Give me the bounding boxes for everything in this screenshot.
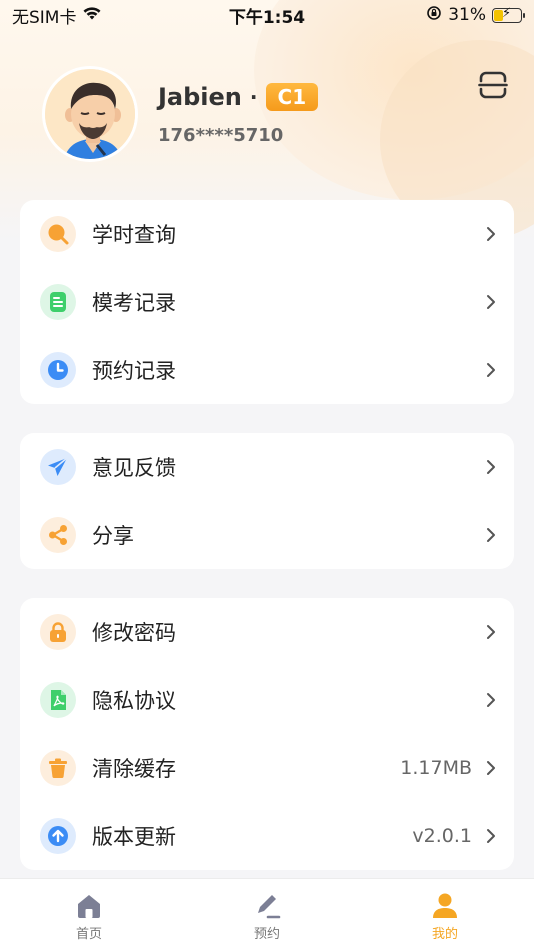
menu-item-clear-cache[interactable]: 清除缓存 1.17MB [20, 734, 514, 802]
name-separator: · [249, 84, 258, 109]
tab-label: 我的 [431, 927, 458, 942]
lock-icon [40, 614, 76, 650]
menu-item-label: 隐私协议 [92, 689, 176, 713]
pen-icon [258, 895, 281, 919]
pdf-document-icon [40, 682, 76, 718]
menu-item-study-hours[interactable]: 学时查询 [20, 200, 514, 268]
menu-item-mock-exam-records[interactable]: 模考记录 [20, 268, 514, 336]
profile-header: Jabien · C1 176****5710 [42, 66, 319, 162]
menu-item-version-update[interactable]: 版本更新 v2.0.1 [20, 802, 514, 870]
menu-item-label: 学时查询 [92, 223, 176, 247]
status-bar: 无SIM卡 下午1:54 31% ⚡ [0, 0, 534, 30]
upload-icon [40, 818, 76, 854]
menu-item-booking-records[interactable]: 预约记录 [20, 336, 514, 404]
chevron-right-icon [487, 829, 495, 843]
tab-home[interactable]: 首页 [29, 891, 149, 942]
orientation-lock-icon [426, 5, 442, 26]
tab-label: 预约 [253, 927, 280, 942]
clock-icon [40, 352, 76, 388]
menu-item-label: 模考记录 [92, 291, 176, 315]
menu-card-feedback: 意见反馈 分享 [20, 433, 514, 569]
tab-label: 首页 [75, 927, 102, 942]
chevron-right-icon [487, 363, 495, 377]
paper-plane-icon [40, 449, 76, 485]
person-icon [433, 893, 457, 918]
trash-icon [40, 750, 76, 786]
carrier-label: 无SIM卡 [12, 7, 77, 28]
cache-size-value: 1.17MB [400, 757, 472, 779]
tab-mine[interactable]: 我的 [385, 891, 505, 942]
user-name: Jabien [158, 82, 242, 111]
version-value: v2.0.1 [412, 825, 472, 847]
menu-item-share[interactable]: 分享 [20, 501, 514, 569]
menu-card-study: 学时查询 模考记录 预约记录 [20, 200, 514, 404]
menu-item-privacy-policy[interactable]: 隐私协议 [20, 666, 514, 734]
wifi-icon [82, 5, 102, 26]
menu-item-change-password[interactable]: 修改密码 [20, 598, 514, 666]
phone-number: 176****5710 [158, 124, 284, 146]
document-icon [40, 284, 76, 320]
menu-item-label: 意见反馈 [92, 456, 176, 480]
share-icon [40, 517, 76, 553]
search-icon [40, 216, 76, 252]
menu-item-feedback[interactable]: 意见反馈 [20, 433, 514, 501]
battery-icon: ⚡ [492, 6, 525, 23]
chevron-right-icon [487, 460, 495, 474]
scan-icon[interactable] [478, 70, 508, 100]
chevron-right-icon [487, 227, 495, 241]
battery-percent: 31% [448, 5, 486, 25]
chevron-right-icon [487, 528, 495, 542]
menu-card-settings: 修改密码 隐私协议 清除缓存 1.17MB 版本更新 v2.0.1 [20, 598, 514, 870]
home-icon [78, 895, 100, 918]
tab-bar: 首页 预约 我的 [0, 878, 534, 950]
menu-item-label: 分享 [92, 524, 134, 548]
menu-item-label: 修改密码 [92, 621, 176, 645]
menu-item-label: 预约记录 [92, 359, 176, 383]
menu-item-label: 清除缓存 [92, 757, 176, 781]
menu-item-label: 版本更新 [92, 825, 176, 849]
chevron-right-icon [487, 295, 495, 309]
chevron-right-icon [487, 693, 495, 707]
tab-booking[interactable]: 预约 [207, 891, 327, 942]
chevron-right-icon [487, 625, 495, 639]
chevron-right-icon [487, 761, 495, 775]
license-badge: C1 [265, 82, 319, 111]
avatar[interactable] [42, 66, 138, 162]
